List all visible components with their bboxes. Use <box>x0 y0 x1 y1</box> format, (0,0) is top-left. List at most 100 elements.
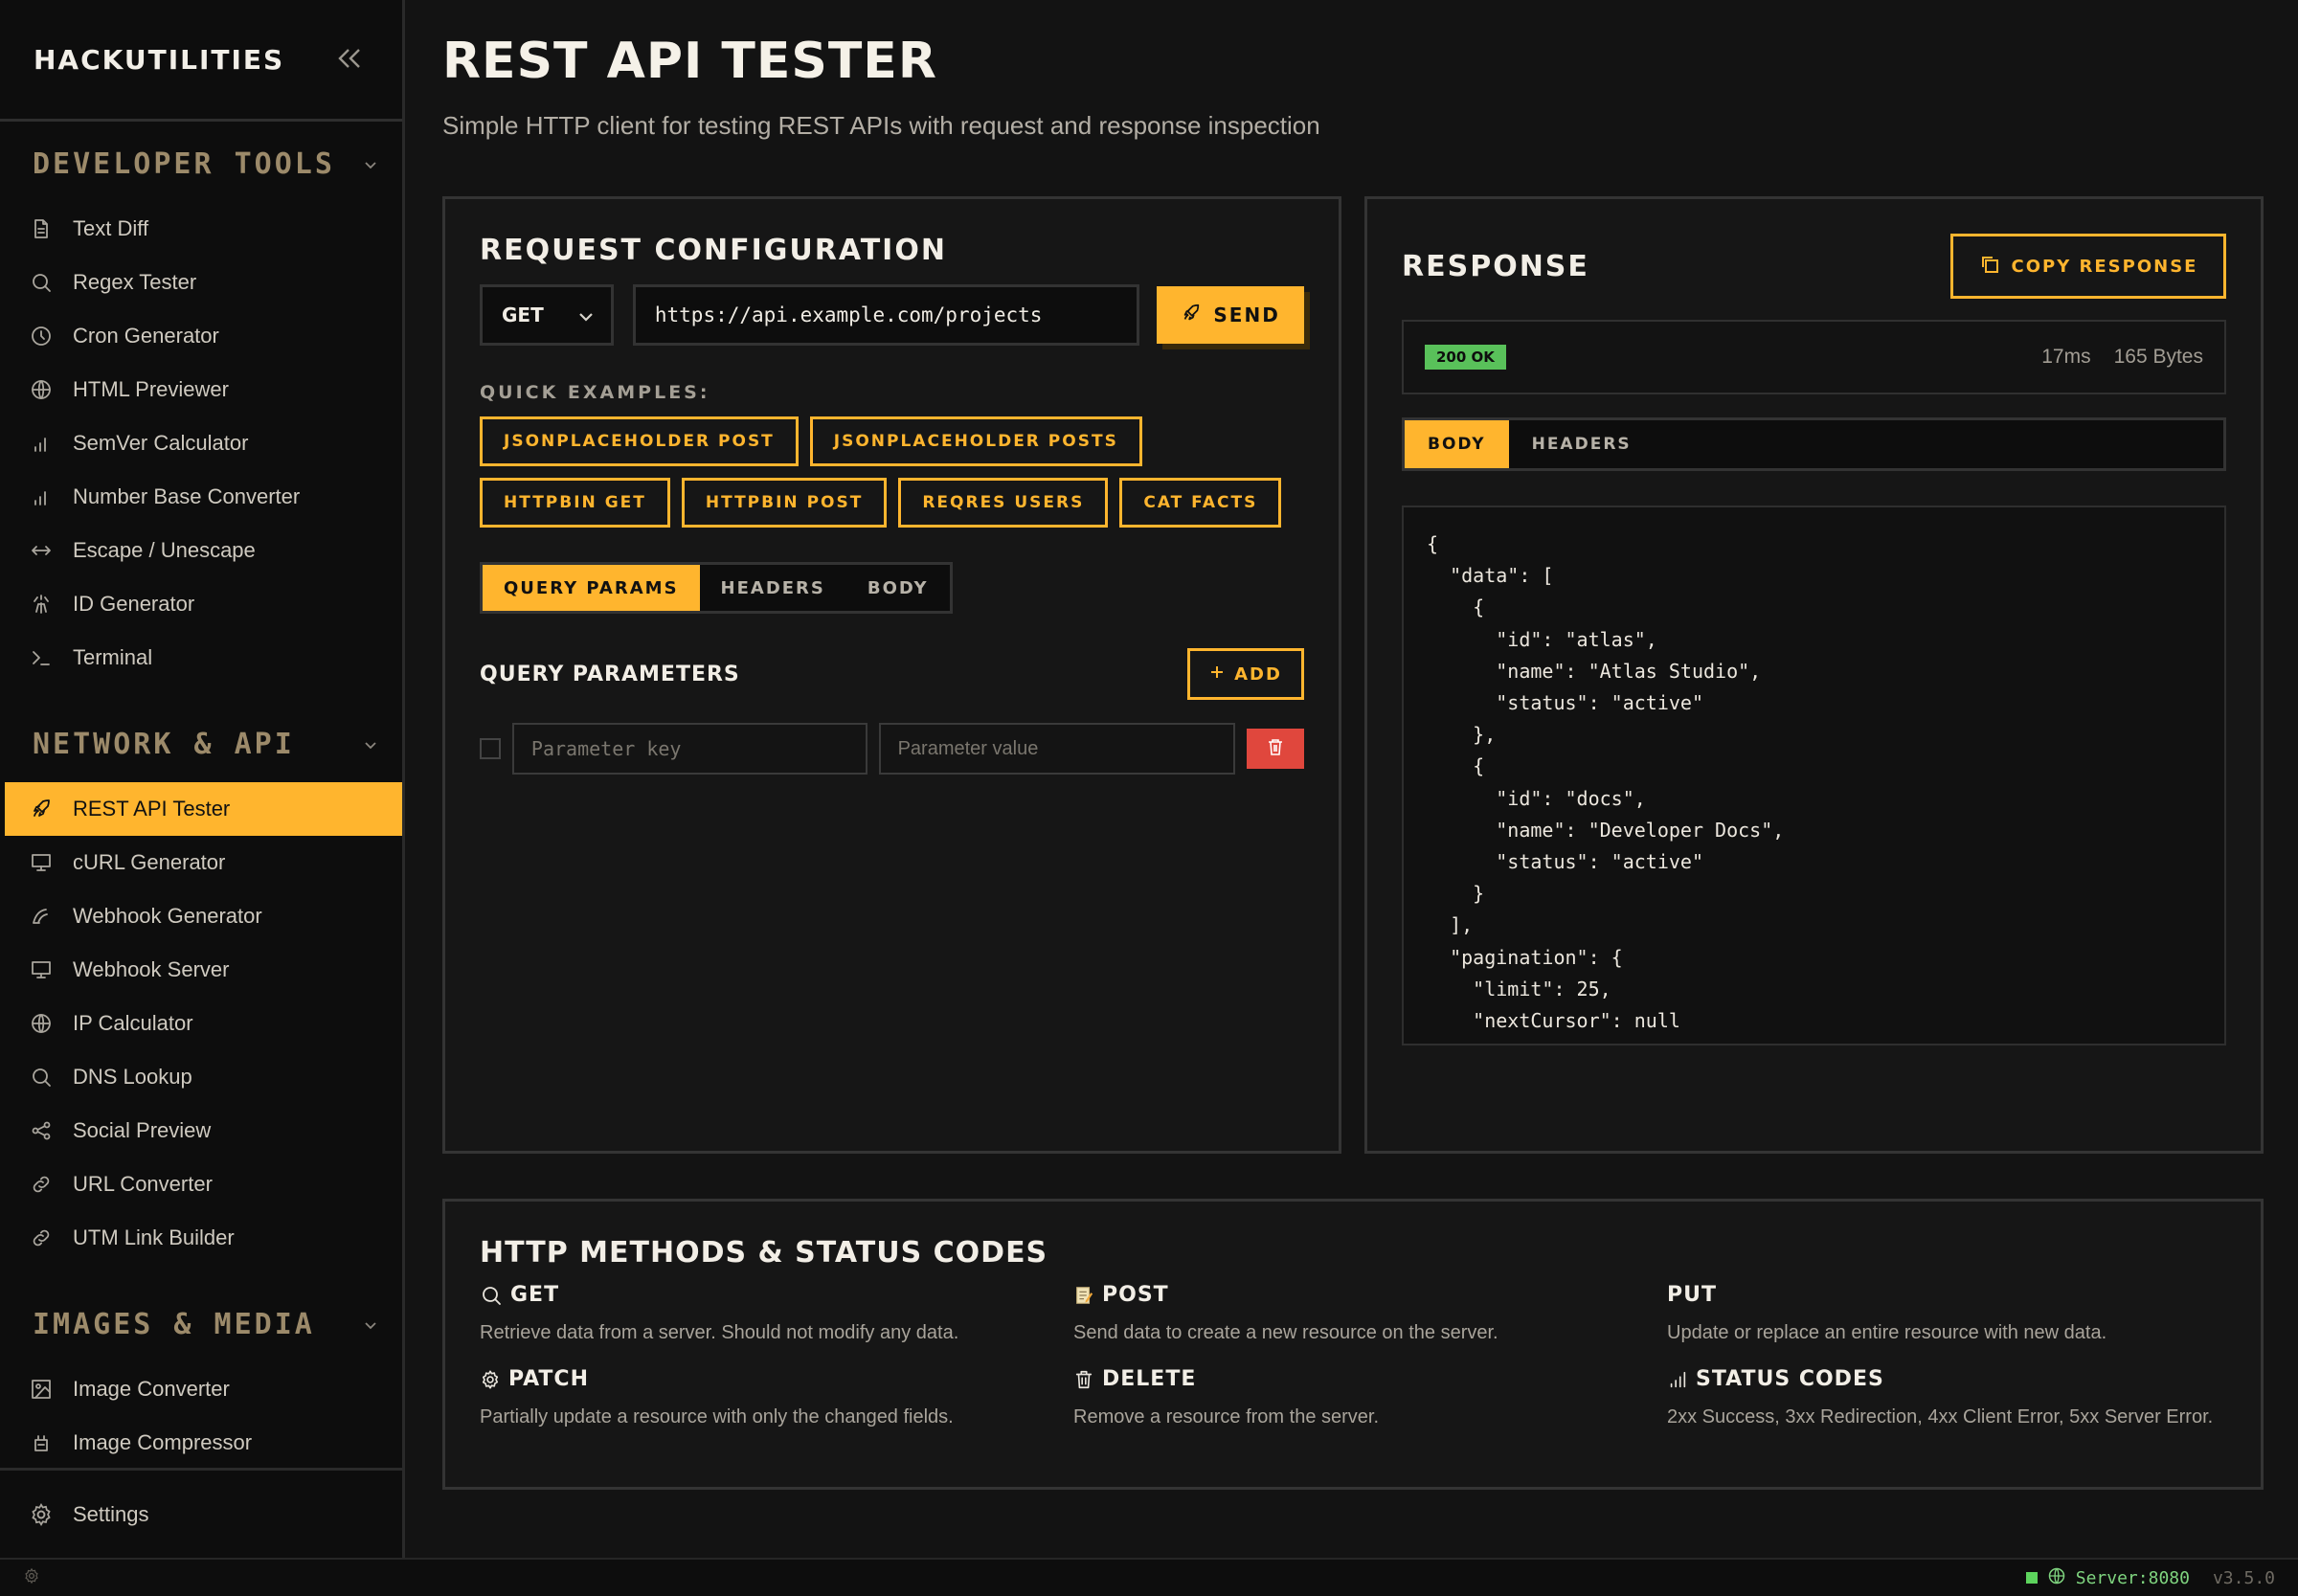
sidebar-section-label: NETWORK & API <box>33 727 295 761</box>
param-row: Parameter key Parameter value <box>480 723 1304 775</box>
search-icon <box>25 266 57 299</box>
sidebar-item-settings[interactable]: Settings <box>0 1468 402 1558</box>
link-icon <box>25 1168 57 1201</box>
sidebar-item-utm-link-builder[interactable]: UTM Link Builder <box>0 1211 402 1265</box>
response-tab-headers[interactable]: HEADERS <box>1509 420 1655 468</box>
bar-chart-icon <box>25 427 57 460</box>
sidebar-item-image-converter[interactable]: Image Converter <box>0 1362 402 1416</box>
share-icon <box>25 1114 57 1147</box>
sidebar-item-dns-lookup[interactable]: DNS Lookup <box>0 1050 402 1104</box>
response-tab-body[interactable]: BODY <box>1405 420 1509 468</box>
param-enabled-checkbox[interactable] <box>480 738 501 759</box>
webhook-icon <box>25 900 57 933</box>
send-button[interactable]: SEND <box>1157 286 1305 344</box>
sidebar-item-regex-tester[interactable]: Regex Tester <box>0 256 402 309</box>
tab-query-params[interactable]: QUERY PARAMS <box>483 565 700 611</box>
page-subtitle: Simple HTTP client for testing REST APIs… <box>442 111 1320 140</box>
sidebar-item-label: Terminal <box>73 645 153 669</box>
example-cat-facts-button[interactable]: CAT FACTS <box>1119 478 1282 528</box>
sidebar-item-id-generator[interactable]: ID Generator <box>0 577 402 631</box>
sidebar-item-terminal[interactable]: Terminal <box>0 631 402 685</box>
plus-icon <box>1209 664 1225 685</box>
sidebar-item-label: Image Compressor <box>73 1430 253 1454</box>
main-content: REST API TESTER Simple HTTP client for t… <box>442 0 2264 1490</box>
status-gear-icon[interactable] <box>23 1567 40 1589</box>
sidebar-item-webhook-server[interactable]: Webhook Server <box>0 943 402 997</box>
param-key-placeholder: Parameter key <box>530 737 682 760</box>
response-panel-title: RESPONSE <box>1402 249 1589 283</box>
method-value: GET <box>502 303 544 326</box>
sidebar-item-label: URL Converter <box>73 1172 213 1196</box>
tab-headers[interactable]: HEADERS <box>700 565 846 611</box>
image-icon <box>25 1373 57 1405</box>
example-reqres-users-button[interactable]: REQRES USERS <box>898 478 1109 528</box>
sidebar-item-social-preview[interactable]: Social Preview <box>0 1104 402 1158</box>
sidebar-item-text-diff[interactable]: Text Diff <box>0 202 402 256</box>
method-select[interactable]: GET <box>480 284 614 346</box>
memo-icon <box>1073 1285 1094 1306</box>
quick-examples-label: QUICK EXAMPLES: <box>480 382 710 403</box>
chevron-down-icon <box>578 303 594 326</box>
method-card-get: GET Retrieve data from a server. Should … <box>480 1283 1073 1344</box>
example-jsonplaceholder-post-button[interactable]: JSONPLACEHOLDER POST <box>480 416 799 466</box>
monitor-icon <box>25 954 57 986</box>
response-body-viewer[interactable]: { "data": [ { "id": "atlas", "name": "At… <box>1402 506 2226 1045</box>
delete-param-button[interactable] <box>1247 729 1304 769</box>
sidebar-section-label: DEVELOPER TOOLS <box>33 146 335 181</box>
param-value-input[interactable]: Parameter value <box>878 723 1236 775</box>
sidebar-item-label: DNS Lookup <box>73 1065 192 1089</box>
sidebar-item-url-converter[interactable]: URL Converter <box>0 1158 402 1211</box>
param-value-placeholder: Parameter value <box>897 737 1039 759</box>
gear-icon <box>480 1369 501 1390</box>
example-httpbin-post-button[interactable]: HTTPBIN POST <box>681 478 888 528</box>
rocket-icon <box>1181 303 1202 328</box>
param-key-input[interactable]: Parameter key <box>511 723 867 775</box>
response-status-bar: 200 OK 17ms 165 Bytes <box>1402 320 2226 394</box>
url-input[interactable]: https://api.example.com/projects <box>632 284 1140 346</box>
server-online-indicator <box>2025 1572 2038 1584</box>
tab-body[interactable]: BODY <box>846 565 950 611</box>
sidebar-item-html-previewer[interactable]: HTML Previewer <box>0 363 402 416</box>
sidebar-item-cron-generator[interactable]: Cron Generator <box>0 309 402 363</box>
brand-header: HACKUTILITIES <box>0 0 402 122</box>
quick-examples-row: HTTPBIN GET HTTPBIN POST REQRES USERS CAT F… <box>480 478 1304 528</box>
sidebar-item-image-compressor[interactable]: Image Compressor <box>0 1416 402 1470</box>
sidebar-section-developer-tools[interactable]: DEVELOPER TOOLS <box>0 125 402 202</box>
example-jsonplaceholder-posts-button[interactable]: JSONPLACEHOLDER POSTS <box>809 416 1142 466</box>
method-card-put: PUT Update or replace an entire resource… <box>1667 1283 2261 1344</box>
methods-reference-panel: HTTP METHODS & STATUS CODES GET Retrieve… <box>442 1199 2264 1490</box>
collapse-sidebar-icon[interactable] <box>330 41 369 79</box>
sidebar-section-network-api[interactable]: NETWORK & API <box>0 706 402 782</box>
sidebar-item-number-base-converter[interactable]: Number Base Converter <box>0 470 402 524</box>
terminal-icon <box>25 641 57 674</box>
method-title: PATCH <box>508 1367 589 1391</box>
sidebar-section-images-media[interactable]: IMAGES & MEDIA <box>0 1286 402 1362</box>
compress-icon <box>25 1427 57 1459</box>
signal-icon <box>1667 1369 1688 1390</box>
bar-chart-icon <box>25 481 57 513</box>
sidebar-item-label: REST API Tester <box>73 797 231 820</box>
copy-response-button[interactable]: COPY RESPONSE <box>1950 234 2226 299</box>
add-param-button[interactable]: ADD <box>1187 648 1304 700</box>
method-description: Partially update a resource with only th… <box>480 1406 954 1427</box>
method-description: Send data to create a new resource on th… <box>1073 1322 1498 1343</box>
sidebar-item-label: Image Converter <box>73 1377 230 1401</box>
sidebar-item-ip-calculator[interactable]: IP Calculator <box>0 997 402 1050</box>
copy-response-label: COPY RESPONSE <box>2011 256 2198 277</box>
sidebar-item-label: Regex Tester <box>73 270 197 294</box>
quick-examples: JSONPLACEHOLDER POST JSONPLACEHOLDER POST… <box>480 416 1304 528</box>
sidebar-item-label: Webhook Generator <box>73 904 262 928</box>
example-httpbin-get-button[interactable]: HTTPBIN GET <box>480 478 670 528</box>
fingerprint-icon <box>25 588 57 620</box>
sidebar-item-label: Text Diff <box>73 216 149 240</box>
arrows-horizontal-icon <box>25 534 57 567</box>
sidebar-item-rest-api-tester[interactable]: REST API Tester <box>5 782 402 836</box>
server-status: Server:8080 v3.5.0 <box>2025 1566 2275 1590</box>
sidebar-item-semver-calculator[interactable]: SemVer Calculator <box>0 416 402 470</box>
app-version: v3.5.0 <box>2212 1567 2275 1588</box>
sidebar-item-escape-unescape[interactable]: Escape / Unescape <box>0 524 402 577</box>
chevron-down-icon <box>364 1315 377 1335</box>
method-description: Remove a resource from the server. <box>1073 1406 1380 1427</box>
sidebar-item-webhook-generator[interactable]: Webhook Generator <box>0 889 402 943</box>
sidebar-item-curl-generator[interactable]: cURL Generator <box>0 836 402 889</box>
